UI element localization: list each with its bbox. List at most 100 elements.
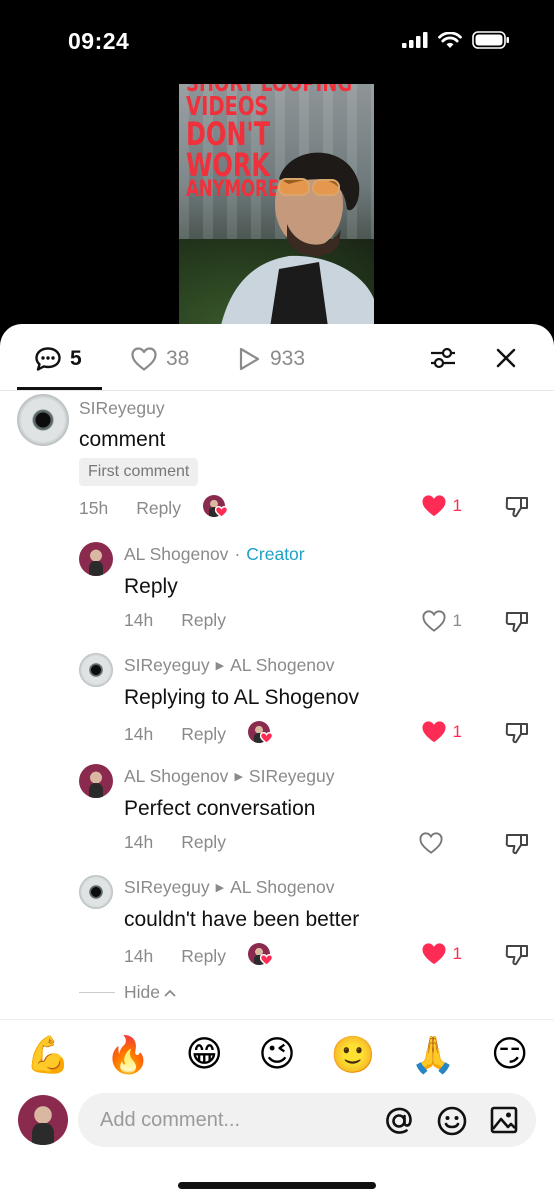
wifi-icon bbox=[438, 31, 462, 48]
like-button[interactable]: 1 bbox=[421, 609, 462, 633]
my-avatar bbox=[18, 1095, 68, 1145]
comment-icon bbox=[35, 347, 61, 371]
like-button[interactable] bbox=[418, 831, 444, 855]
views-count: 933 bbox=[270, 347, 306, 370]
status-bar: 09:24 bbox=[0, 0, 554, 80]
emoji-grinning[interactable]: 😁 bbox=[186, 1034, 224, 1075]
dislike-icon[interactable] bbox=[504, 943, 530, 967]
reply-to-name[interactable]: AL Shogenov bbox=[230, 655, 334, 676]
heart-badge-icon bbox=[214, 506, 228, 518]
tab-bar: 5 38 933 bbox=[0, 324, 554, 391]
comment-meta: 14h Reply bbox=[124, 610, 226, 631]
comment-author[interactable]: SIReyeguy ▶ AL Shogenov bbox=[124, 877, 335, 898]
home-indicator[interactable] bbox=[178, 1182, 376, 1189]
emoji-slight-smile[interactable]: 🙂 bbox=[331, 1034, 376, 1076]
reply-to-name[interactable]: SIReyeguy bbox=[249, 766, 335, 787]
video-preview[interactable]: SHORT LOOPING VIDEOS DON'T WORK ANYMORE bbox=[179, 84, 374, 334]
author-name[interactable]: AL Shogenov bbox=[124, 766, 228, 787]
reply-button[interactable]: Reply bbox=[181, 610, 226, 631]
image-attach-icon[interactable] bbox=[489, 1105, 519, 1135]
mention-icon[interactable] bbox=[383, 1105, 415, 1137]
tab-likes[interactable]: 38 bbox=[130, 346, 189, 372]
heart-filled-icon bbox=[421, 943, 446, 965]
signal-icon bbox=[402, 32, 428, 48]
avatar[interactable] bbox=[17, 394, 69, 446]
comment-input-container[interactable] bbox=[78, 1093, 536, 1147]
like-button[interactable]: 1 bbox=[421, 720, 462, 744]
comment-meta: 14h Reply bbox=[124, 721, 274, 747]
avatar[interactable] bbox=[79, 653, 113, 687]
author-name[interactable]: SIReyeguy bbox=[79, 398, 165, 419]
like-count: 1 bbox=[452, 722, 462, 741]
heart-badge-icon bbox=[259, 954, 273, 966]
comment-time: 14h bbox=[124, 832, 154, 852]
emoji-fire[interactable]: 🔥 bbox=[106, 1034, 151, 1076]
like-button[interactable]: 1 bbox=[421, 942, 462, 966]
comment-meta: 14h Reply bbox=[124, 943, 274, 969]
first-comment-badge: First comment bbox=[79, 458, 199, 486]
author-name[interactable]: SIReyeguy bbox=[124, 877, 210, 898]
hide-label: Hide bbox=[124, 982, 160, 1002]
tab-views[interactable]: 933 bbox=[236, 346, 305, 372]
person-figure bbox=[219, 152, 374, 334]
reply-button[interactable]: Reply bbox=[181, 832, 226, 853]
emoji-flexed-biceps[interactable]: 💪 bbox=[26, 1034, 71, 1076]
creator-liked-indicator bbox=[247, 721, 274, 747]
comment-author[interactable]: AL Shogenov · Creator bbox=[124, 544, 305, 565]
author-name[interactable]: SIReyeguy bbox=[124, 655, 210, 676]
divider-line bbox=[79, 992, 115, 993]
comments-count: 5 bbox=[70, 347, 82, 370]
reply-to-name[interactable]: AL Shogenov bbox=[230, 877, 334, 898]
comment-text: couldn't have been better bbox=[124, 908, 360, 931]
like-button[interactable]: 1 bbox=[421, 494, 462, 518]
creator-liked-indicator bbox=[247, 943, 274, 969]
heart-filled-icon bbox=[421, 495, 446, 517]
comment-time: 15h bbox=[79, 497, 109, 518]
emoji-wink[interactable]: 😉 bbox=[258, 1034, 296, 1075]
comments-sheet: 5 38 933 SIReyeguy comment First comment… bbox=[0, 324, 554, 1200]
filter-sliders-icon[interactable] bbox=[428, 345, 458, 371]
status-icons bbox=[402, 31, 510, 49]
dislike-icon[interactable] bbox=[504, 832, 530, 856]
status-time: 09:24 bbox=[68, 28, 130, 54]
heart-badge-icon bbox=[259, 732, 273, 744]
creator-liked-indicator bbox=[202, 495, 229, 521]
reply-arrow-icon: ▶ bbox=[215, 882, 225, 894]
comment-text: Reply bbox=[124, 575, 178, 598]
avatar[interactable] bbox=[79, 542, 113, 576]
emoji-picker-icon[interactable] bbox=[436, 1105, 468, 1137]
dislike-icon[interactable] bbox=[504, 495, 530, 519]
avatar[interactable] bbox=[79, 875, 113, 909]
reply-button[interactable]: Reply bbox=[136, 498, 181, 519]
reply-button[interactable]: Reply bbox=[181, 724, 226, 745]
hide-replies-button[interactable]: Hide bbox=[79, 982, 177, 1003]
like-count: 1 bbox=[452, 496, 462, 515]
dislike-icon[interactable] bbox=[504, 721, 530, 745]
dislike-icon[interactable] bbox=[504, 610, 530, 634]
heart-outline-icon bbox=[131, 347, 157, 371]
comment-input[interactable] bbox=[100, 1108, 370, 1132]
comment-author[interactable]: SIReyeguy ▶ AL Shogenov bbox=[124, 655, 335, 676]
creator-label: Creator bbox=[246, 544, 305, 564]
author-name[interactable]: AL Shogenov bbox=[124, 544, 228, 565]
emoji-folded-hands[interactable]: 🙏 bbox=[411, 1034, 456, 1076]
reply-arrow-icon: ▶ bbox=[215, 660, 225, 672]
avatar[interactable] bbox=[79, 764, 113, 798]
heart-filled-icon bbox=[421, 721, 446, 743]
chevron-up-icon bbox=[164, 989, 176, 997]
likes-count: 38 bbox=[166, 347, 190, 370]
heart-outline-icon bbox=[421, 610, 446, 632]
reply-button[interactable]: Reply bbox=[181, 946, 226, 967]
comment-author[interactable]: SIReyeguy bbox=[79, 398, 165, 419]
close-icon[interactable] bbox=[494, 346, 518, 370]
comment-time: 14h bbox=[124, 723, 154, 744]
like-count: 1 bbox=[452, 611, 462, 630]
comment-time: 14h bbox=[124, 945, 154, 966]
battery-icon bbox=[472, 31, 509, 49]
comment-author[interactable]: AL Shogenov ▶ SIReyeguy bbox=[124, 766, 335, 787]
separator-dot: · bbox=[234, 544, 241, 564]
comment-meta: 14h Reply bbox=[124, 832, 226, 853]
emoji-smirk[interactable]: 😏 bbox=[491, 1034, 529, 1075]
reply-arrow-icon: ▶ bbox=[234, 771, 243, 783]
tab-comments[interactable]: 5 bbox=[34, 346, 82, 372]
